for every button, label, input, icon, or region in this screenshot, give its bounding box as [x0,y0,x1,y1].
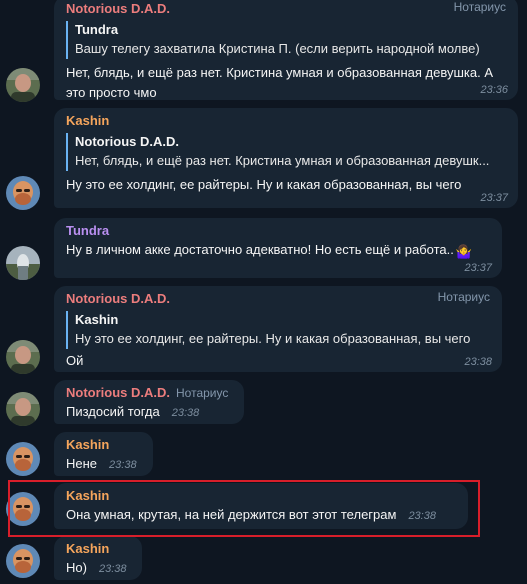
sender-name-text[interactable]: Notorious D.A.D. [66,385,170,400]
reply-text: Ну это ее холдинг, ее райтеры. Ну и кака… [75,331,471,346]
chat-message-list[interactable]: Notorious D.A.D. Нотариус Tundra Вашу те… [0,0,527,584]
message-bubble[interactable]: Kashin Она умная, крутая, на ней держитс… [54,483,468,529]
message-text: Нене 23:38 [66,454,141,475]
message-text-content: Ну в личном акке достаточно адекватно! Н… [66,242,454,257]
avatar-tundra[interactable] [6,246,40,280]
message-text-content: Пиздосий тогда [66,404,160,419]
message-text: Ну это ее холдинг, ее райтеры. Ну и кака… [66,177,462,192]
message-bubble[interactable]: Kashin Notorious D.A.D. Нет, блядь, и ещ… [54,108,518,208]
reply-quote[interactable]: Kashin Ну это ее холдинг, ее райтеры. Ну… [66,311,490,349]
admin-title: Нотариус [437,290,490,304]
avatar-kashin[interactable] [6,442,40,476]
sender-name[interactable]: Kashin [66,112,506,130]
message-text: Пиздосий тогда 23:38 [66,402,232,423]
message-bubble[interactable]: Tundra Ну в личном акке достаточно адекв… [54,218,502,278]
reply-sender: Tundra [75,22,119,37]
message-text: Ой [66,353,84,368]
avatar-notorious-dad[interactable] [6,68,40,102]
message-bubble[interactable]: Notorious D.A.D. Нотариус Kashin Ну это … [54,286,502,372]
sender-name[interactable]: Kashin [66,436,141,454]
message-time: 23:37 [480,192,508,204]
message-bubble[interactable]: Kashin Но) 23:38 [54,536,142,580]
reply-sender: Kashin [75,312,119,327]
message-bubble[interactable]: Kashin Нене 23:38 [54,432,153,476]
sender-name[interactable]: Notorious D.A.D. Нотариус [66,384,232,402]
sender-name[interactable]: Tundra [66,222,490,240]
message-time: 23:38 [408,510,436,522]
shrug-emoji: 🤷‍♀️ [455,244,473,259]
message-text-content: Но) [66,560,87,575]
message-time: 23:38 [171,407,200,419]
reply-quote[interactable]: Tundra Вашу телегу захватила Кристина П.… [66,21,506,59]
sender-name[interactable]: Notorious D.A.D. [66,0,506,18]
admin-title: Нотариус [176,386,229,400]
reply-text: Нет, блядь, и ещё раз нет. Кристина умна… [75,153,490,168]
sender-name[interactable]: Notorious D.A.D. [66,290,490,308]
message-text-content: Она умная, крутая, на ней держится вот э… [66,507,397,522]
avatar-kashin[interactable] [6,544,40,578]
message-text: Ну в личном акке достаточно адекватно! Н… [66,240,490,262]
message-bubble[interactable]: Notorious D.A.D. Нотариус Tundra Вашу те… [54,0,518,100]
reply-sender: Notorious D.A.D. [75,134,179,149]
avatar-kashin[interactable] [6,492,40,526]
message-time: 23:37 [464,262,492,274]
reply-text: Вашу телегу захватила Кристина П. (если … [75,41,480,56]
reply-quote[interactable]: Notorious D.A.D. Нет, блядь, и ещё раз н… [66,133,506,171]
avatar-kashin[interactable] [6,176,40,210]
sender-name[interactable]: Kashin [66,487,456,505]
message-bubble[interactable]: Notorious D.A.D. Нотариус Пиздосий тогда 2… [54,380,244,424]
message-time: 23:36 [480,84,508,96]
message-text-line: Нет, блядь, и ещё раз нет. Кристина умна… [66,65,493,80]
message-time: 23:38 [464,356,492,368]
message-text: Она умная, крутая, на ней держится вот э… [66,505,456,526]
avatar-notorious-dad[interactable] [6,392,40,426]
admin-title: Нотариус [453,0,506,14]
message-text-content: Нене [66,456,98,471]
message-text: Но) 23:38 [66,558,130,579]
avatar-notorious-dad[interactable] [6,340,40,374]
message-time: 23:38 [98,563,127,575]
sender-name[interactable]: Kashin [66,540,130,558]
message-time: 23:38 [109,459,137,471]
message-text-line: это просто чмо [66,85,157,100]
